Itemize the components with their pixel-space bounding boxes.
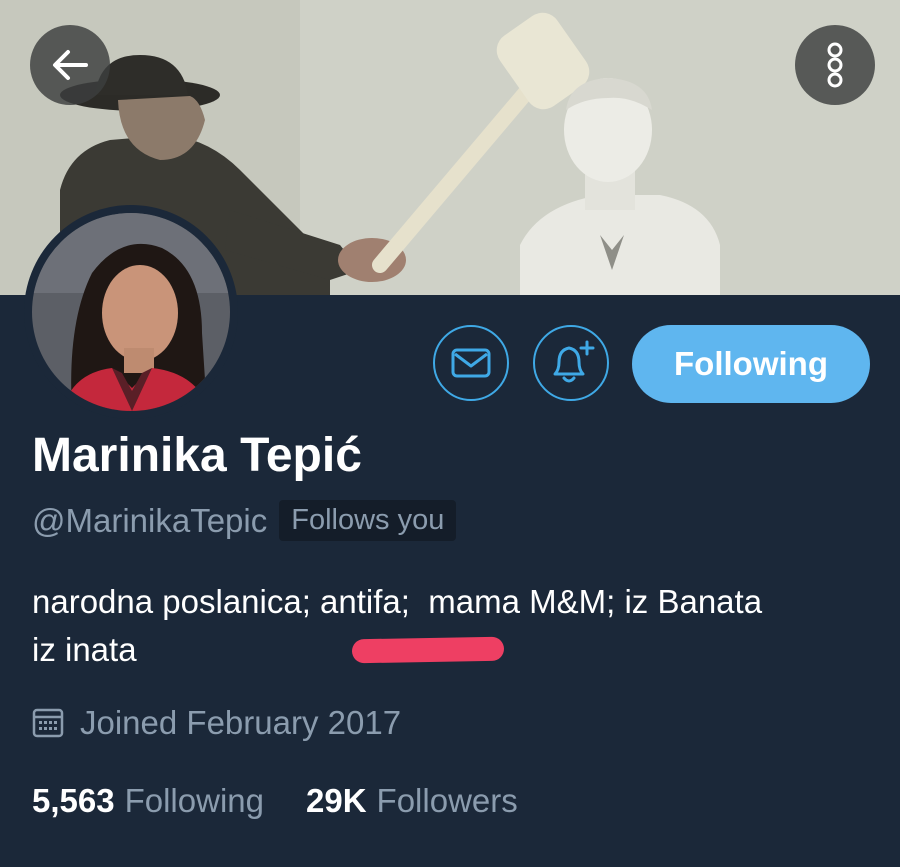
- following-label: Following: [124, 782, 264, 819]
- profile-stats: 5,563 Following 29K Followers: [32, 782, 518, 820]
- highlight-underline-mark: [351, 636, 505, 664]
- back-button[interactable]: [30, 25, 110, 105]
- followers-count: 29K: [306, 782, 367, 819]
- handle-row: @MarinikaTepic Follows you: [32, 500, 457, 541]
- envelope-icon: [451, 348, 491, 378]
- joined-date: Joined February 2017: [80, 704, 402, 741]
- calendar-icon: [32, 708, 64, 738]
- follows-you-badge: Follows you: [279, 500, 457, 541]
- following-count: 5,563: [32, 782, 115, 819]
- followers-stat[interactable]: 29K Followers: [306, 782, 518, 820]
- joined-row: Joined February 2017: [32, 704, 401, 742]
- following-button[interactable]: Following: [632, 325, 870, 403]
- more-options-button[interactable]: [795, 25, 875, 105]
- notifications-button[interactable]: [533, 325, 609, 401]
- display-name: Marinika Tepić: [32, 429, 362, 482]
- following-stat[interactable]: 5,563 Following: [32, 782, 264, 820]
- message-button[interactable]: [433, 325, 509, 401]
- more-vertical-icon: [827, 42, 843, 88]
- followers-label: Followers: [376, 782, 518, 819]
- bell-plus-icon: [553, 340, 595, 383]
- avatar-photo: [32, 213, 230, 411]
- arrow-left-icon: [53, 50, 88, 80]
- user-handle: @MarinikaTepic: [32, 501, 268, 539]
- profile-avatar[interactable]: [24, 205, 238, 419]
